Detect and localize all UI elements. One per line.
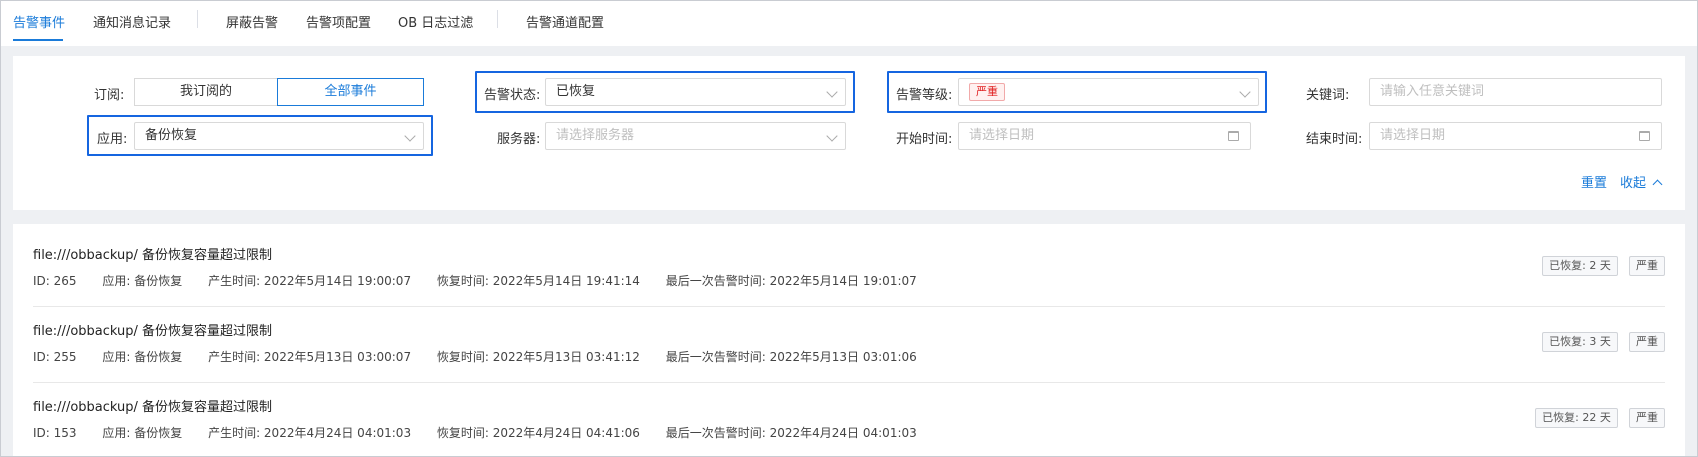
server-placeholder: 请选择服务器 — [556, 128, 635, 143]
tab-separator — [197, 10, 198, 28]
app-select[interactable]: 备份恢复 — [134, 122, 424, 150]
event-recovered-time: 恢复时间: 2022年5月13日 03:41:12 — [436, 350, 640, 364]
tab-alert-events[interactable]: 告警事件 — [13, 12, 65, 31]
tab-shield-alerts[interactable]: 屏蔽告警 — [226, 12, 278, 31]
event-item[interactable]: file:///obbackup/ 备份恢复容量超过限制 ID: 153 应用:… — [33, 386, 1665, 457]
chevron-down-icon — [826, 130, 838, 142]
status-tag: 已恢复: 22 天 — [1535, 408, 1618, 428]
event-created-time: 产生时间: 2022年5月14日 19:00:07 — [208, 274, 412, 288]
collapse-label: 收起 — [1620, 176, 1647, 191]
calendar-icon — [1639, 131, 1650, 141]
start-time-label: 开始时间: — [896, 132, 953, 147]
chevron-down-icon — [1239, 86, 1251, 98]
event-tags: 已恢复: 2 天 严重 — [1535, 256, 1665, 276]
keyword-placeholder: 请输入任意关键词 — [1380, 84, 1485, 99]
server-label: 服务器: — [497, 132, 541, 147]
event-last-alert-time: 最后一次告警时间: 2022年5月13日 03:01:06 — [665, 350, 917, 364]
event-item[interactable]: file:///obbackup/ 备份恢复容量超过限制 ID: 265 应用:… — [33, 234, 1665, 310]
list-divider — [33, 306, 1665, 307]
tab-ob-log-filter[interactable]: OB 日志过滤 — [398, 12, 473, 31]
chevron-down-icon — [404, 130, 416, 142]
filter-panel: 订阅: 我订阅的 全部事件 告警状态: 已恢复 告警等级: 严重 关键词: 请输… — [13, 56, 1685, 210]
event-recovered-time: 恢复时间: 2022年5月14日 19:41:14 — [436, 274, 640, 288]
tab-alert-item-config[interactable]: 告警项配置 — [306, 12, 371, 31]
event-tags: 已恢复: 3 天 严重 — [1535, 332, 1665, 352]
server-select[interactable]: 请选择服务器 — [545, 122, 846, 150]
level-tag-severe[interactable]: 严重 — [969, 82, 1005, 101]
alert-status-value: 已恢复 — [556, 84, 596, 99]
tab-notification-records[interactable]: 通知消息记录 — [93, 12, 171, 31]
list-divider — [33, 382, 1665, 383]
collapse-button[interactable]: 收起 — [1620, 172, 1663, 191]
app-label: 应用: — [97, 132, 128, 147]
event-app: 应用: 备份恢复 — [102, 350, 183, 364]
tab-bar: 告警事件 通知消息记录 屏蔽告警 告警项配置 OB 日志过滤 告警通道配置 — [0, 0, 1698, 46]
tab-alert-channel-config[interactable]: 告警通道配置 — [526, 12, 604, 31]
event-id: ID: 153 — [33, 426, 77, 440]
active-tab-indicator — [13, 39, 63, 41]
event-list: file:///obbackup/ 备份恢复容量超过限制 ID: 265 应用:… — [13, 224, 1685, 457]
level-tag: 严重 — [1629, 256, 1665, 276]
subscribe-all-button[interactable]: 全部事件 — [277, 78, 424, 106]
event-id: ID: 265 — [33, 274, 77, 288]
level-tag: 严重 — [1629, 408, 1665, 428]
event-meta: ID: 255 应用: 备份恢复 产生时间: 2022年5月13日 03:00:… — [33, 348, 939, 365]
event-item[interactable]: file:///obbackup/ 备份恢复容量超过限制 ID: 255 应用:… — [33, 310, 1665, 386]
status-tag: 已恢复: 2 天 — [1542, 256, 1618, 276]
chevron-down-icon — [826, 86, 838, 98]
event-app: 应用: 备份恢复 — [102, 426, 183, 440]
subscribe-mine-button[interactable]: 我订阅的 — [134, 78, 278, 106]
event-recovered-time: 恢复时间: 2022年4月24日 04:41:06 — [436, 426, 640, 440]
event-meta: ID: 153 应用: 备份恢复 产生时间: 2022年4月24日 04:01:… — [33, 424, 939, 441]
alert-level-label: 告警等级: — [896, 88, 953, 103]
end-time-placeholder: 请选择日期 — [1380, 128, 1446, 143]
alert-level-select[interactable]: 严重 — [958, 78, 1259, 106]
chevron-up-icon — [1652, 179, 1663, 190]
reset-button[interactable]: 重置 — [1581, 172, 1607, 191]
keyword-label: 关键词: — [1306, 88, 1350, 103]
end-time-label: 结束时间: — [1306, 132, 1363, 147]
alert-status-label: 告警状态: — [484, 88, 541, 103]
end-time-picker[interactable]: 请选择日期 — [1369, 122, 1662, 150]
keyword-input[interactable]: 请输入任意关键词 — [1369, 78, 1662, 106]
level-tag: 严重 — [1629, 332, 1665, 352]
start-time-picker[interactable]: 请选择日期 — [958, 122, 1251, 150]
event-last-alert-time: 最后一次告警时间: 2022年5月14日 19:01:07 — [665, 274, 917, 288]
event-app: 应用: 备份恢复 — [102, 274, 183, 288]
event-meta: ID: 265 应用: 备份恢复 产生时间: 2022年5月14日 19:00:… — [33, 272, 939, 289]
tab-separator — [497, 10, 498, 28]
start-time-placeholder: 请选择日期 — [969, 128, 1035, 143]
calendar-icon — [1228, 131, 1239, 141]
event-title[interactable]: file:///obbackup/ 备份恢复容量超过限制 — [33, 320, 272, 339]
event-tags: 已恢复: 22 天 严重 — [1528, 408, 1665, 428]
event-title[interactable]: file:///obbackup/ 备份恢复容量超过限制 — [33, 396, 272, 415]
event-title[interactable]: file:///obbackup/ 备份恢复容量超过限制 — [33, 244, 272, 263]
event-created-time: 产生时间: 2022年4月24日 04:01:03 — [208, 426, 412, 440]
status-tag: 已恢复: 3 天 — [1542, 332, 1618, 352]
event-created-time: 产生时间: 2022年5月13日 03:00:07 — [208, 350, 412, 364]
event-id: ID: 255 — [33, 350, 77, 364]
event-last-alert-time: 最后一次告警时间: 2022年4月24日 04:01:03 — [665, 426, 917, 440]
alert-status-select[interactable]: 已恢复 — [545, 78, 846, 106]
app-value: 备份恢复 — [145, 128, 198, 143]
subscribe-label: 订阅: — [94, 88, 125, 103]
